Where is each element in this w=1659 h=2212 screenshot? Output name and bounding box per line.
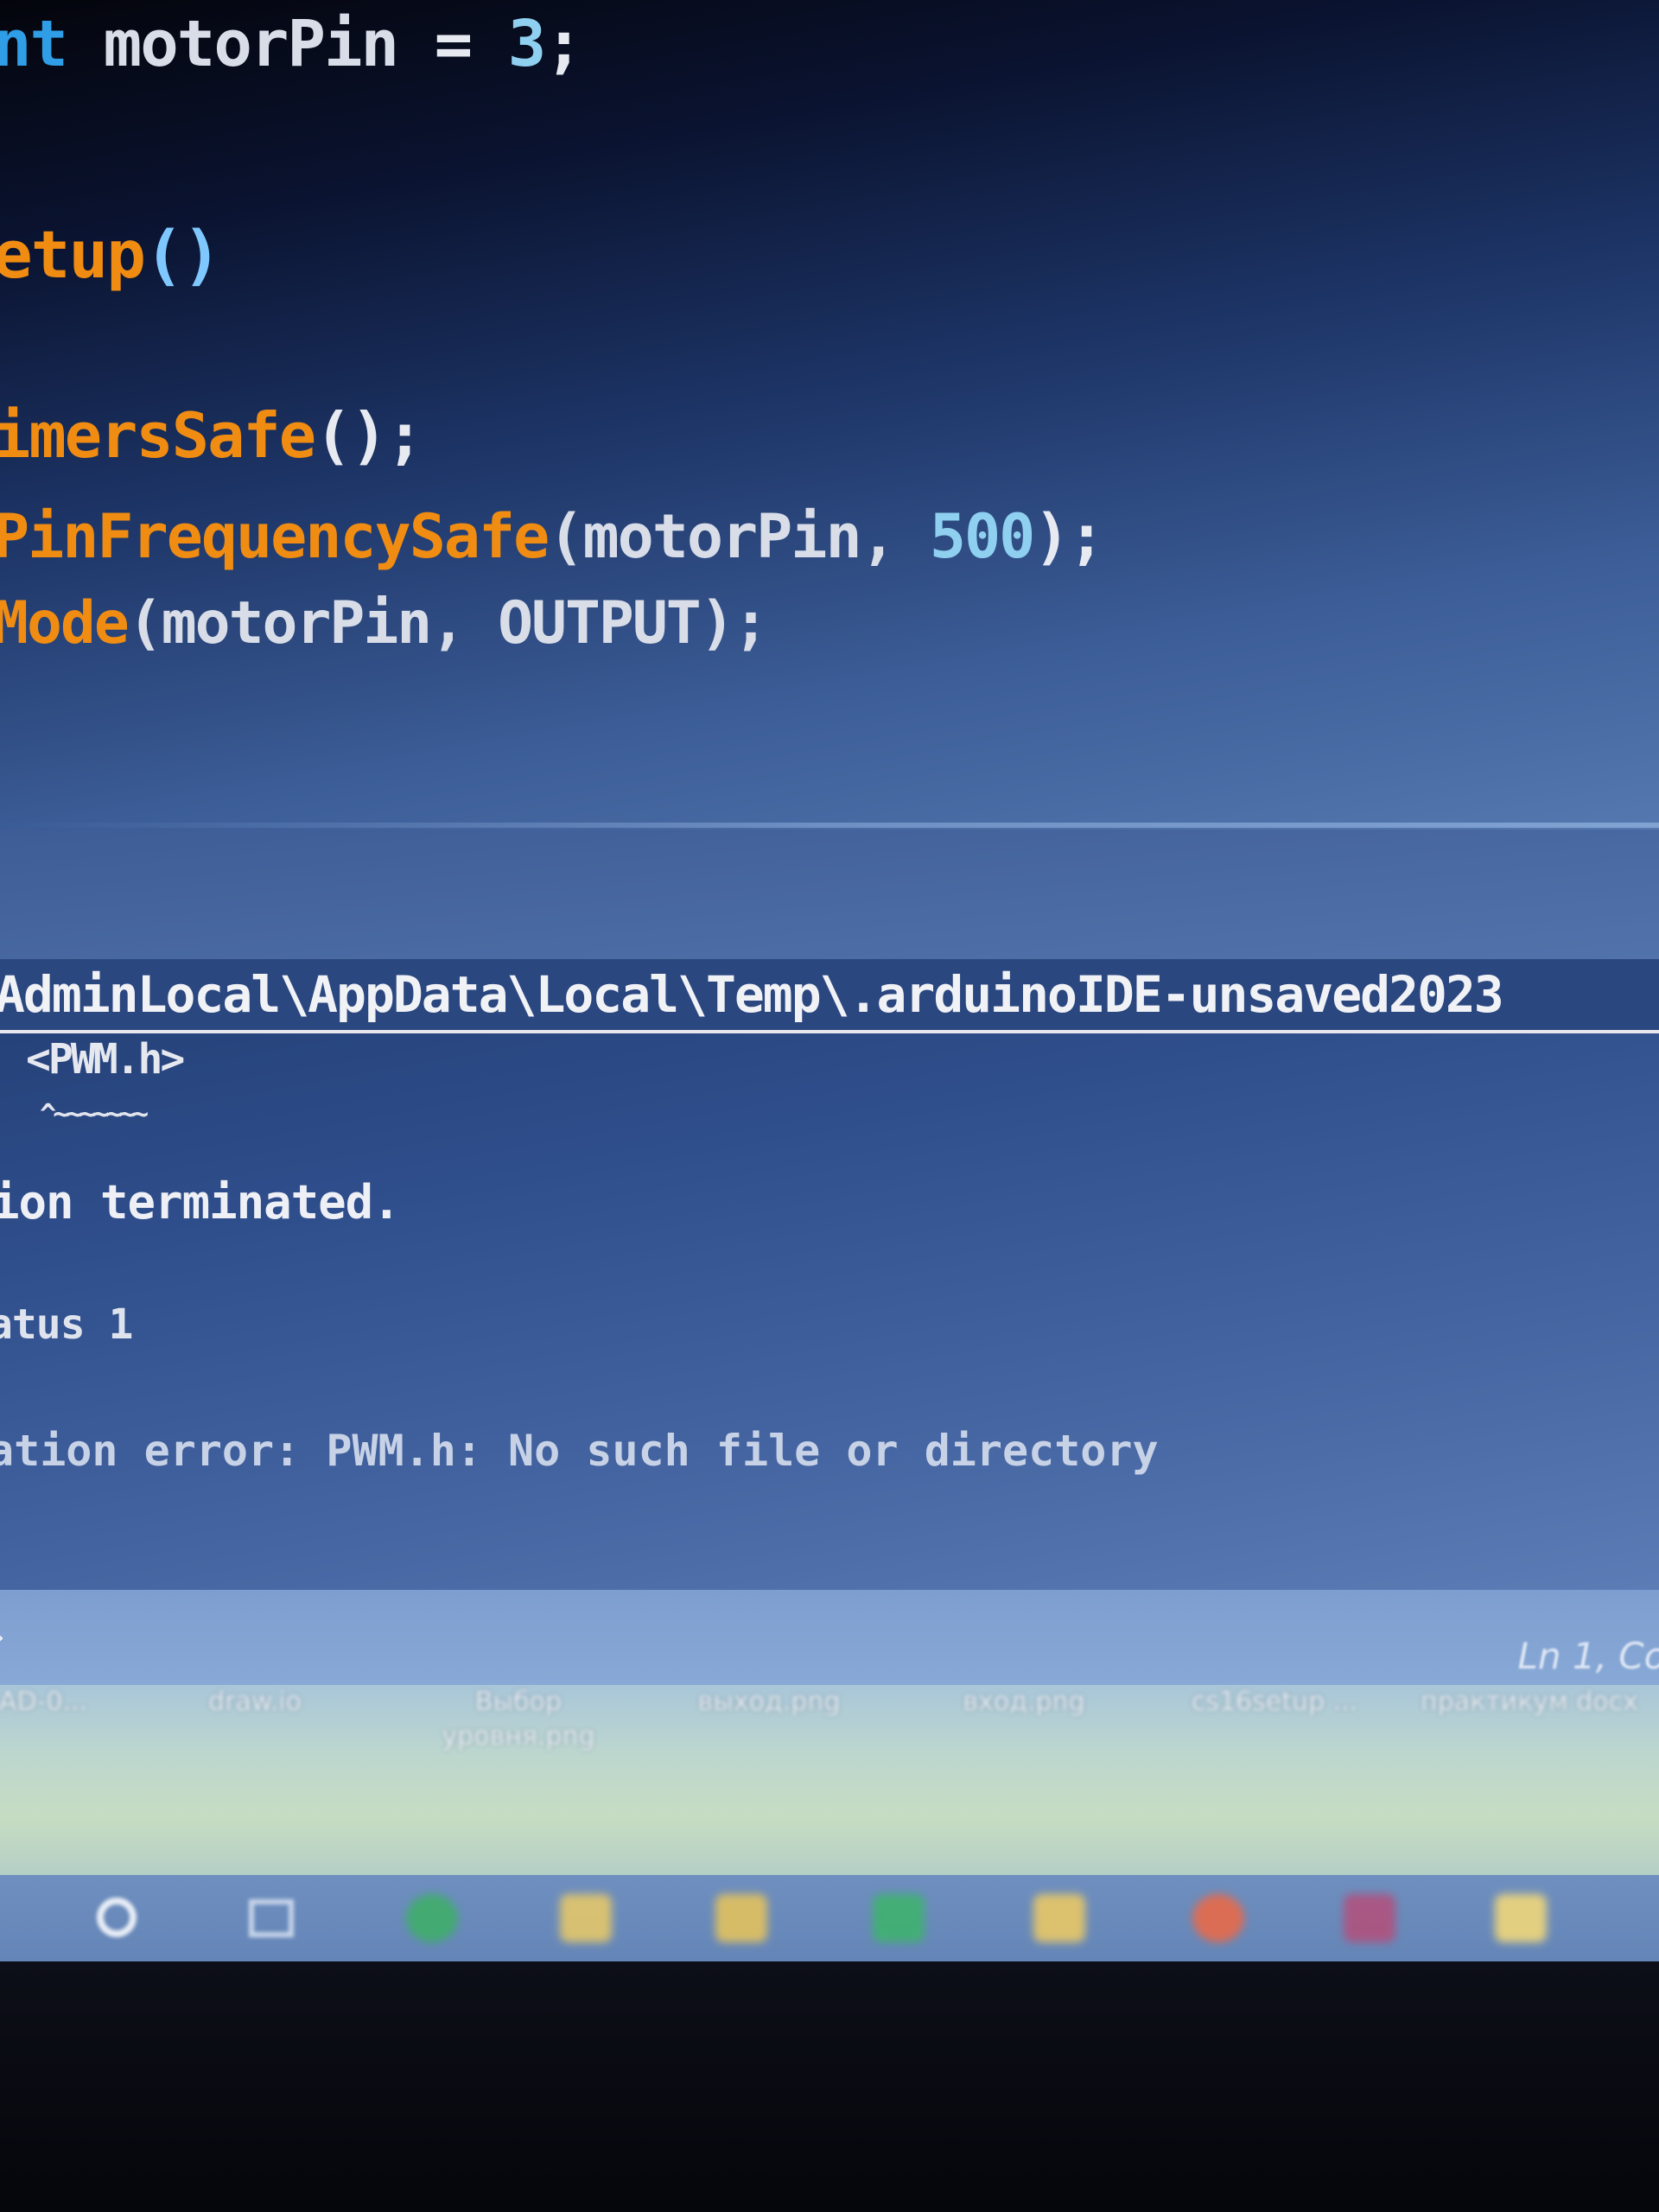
panel-divider[interactable] bbox=[0, 823, 1659, 828]
code-token: 500 bbox=[929, 501, 1035, 572]
desktop-item-6[interactable]: cs16setup ... bbox=[1158, 1685, 1391, 1719]
code-token: motorPin bbox=[67, 7, 435, 81]
store-icon[interactable] bbox=[715, 1894, 767, 1942]
desktop-item-4[interactable]: выход.png bbox=[665, 1685, 873, 1719]
code-line-5[interactable]: Mode(motorPin, OUTPUT); bbox=[0, 589, 769, 658]
output-path-line: AdminLocal\AppData\Local\Temp\.arduinoID… bbox=[0, 959, 1659, 1033]
code-token: () bbox=[144, 216, 222, 293]
status-bar: › Ln 1, Col bbox=[0, 1590, 1659, 1685]
code-token: (motorPin, OUTPUT); bbox=[127, 589, 769, 658]
mail-icon[interactable] bbox=[873, 1894, 925, 1942]
output-terminated-line: ion terminated. bbox=[0, 1175, 401, 1230]
code-editor[interactable]: nt motorPin = 3; etup() imersSafe(); Pin… bbox=[0, 0, 1659, 830]
notes-icon[interactable] bbox=[1495, 1894, 1547, 1942]
laptop-screen: nt motorPin = 3; etup() imersSafe(); Pin… bbox=[0, 0, 1659, 1961]
chrome-icon[interactable] bbox=[1192, 1894, 1244, 1942]
output-error-line: ation error: PWM.h: No such file or dire… bbox=[0, 1426, 1159, 1476]
desktop-item-7[interactable]: практикум docx bbox=[1417, 1685, 1642, 1719]
code-token: ; bbox=[544, 7, 583, 81]
code-line-2[interactable]: etup() bbox=[0, 216, 222, 293]
edge-icon[interactable] bbox=[406, 1894, 458, 1942]
output-console[interactable]: AdminLocal\AppData\Local\Temp\.arduinoID… bbox=[0, 959, 1659, 1590]
code-line-4[interactable]: PinFrequencySafe(motorPin, 500); bbox=[0, 501, 1105, 572]
desktop-item-3[interactable]: Выбор уровня.png bbox=[397, 1685, 639, 1754]
output-caret-line: ^~~~~~~~ bbox=[40, 1097, 149, 1130]
desktop-item-2[interactable]: draw.io bbox=[173, 1685, 337, 1719]
code-token: etup bbox=[0, 216, 146, 293]
cursor-position[interactable]: Ln 1, Col bbox=[1518, 1635, 1659, 1677]
code-token: = bbox=[434, 7, 508, 81]
search-icon[interactable] bbox=[97, 1897, 137, 1937]
output-panel-header bbox=[0, 830, 1659, 959]
output-include-line: <PWM.h> bbox=[26, 1035, 185, 1084]
desktop-item-5[interactable]: вход.png bbox=[933, 1685, 1115, 1719]
code-token: Mode bbox=[0, 589, 130, 658]
code-token: PinFrequencySafe bbox=[0, 501, 550, 572]
code-token: (motorPin, bbox=[548, 501, 930, 572]
taskbar bbox=[0, 1875, 1659, 1961]
code-line-1[interactable]: nt motorPin = 3; bbox=[0, 7, 583, 81]
code-line-3[interactable]: imersSafe(); bbox=[0, 399, 423, 472]
desktop-area: AD-0... draw.io Выбор уровня.png выход.p… bbox=[0, 1685, 1659, 1875]
code-token: 3 bbox=[507, 7, 547, 81]
desktop-item-1[interactable]: AD-0... bbox=[0, 1685, 112, 1719]
code-token: imersSafe bbox=[0, 399, 316, 472]
status-bar-indicator[interactable]: › bbox=[0, 1623, 7, 1653]
laptop-bezel bbox=[0, 1961, 1659, 2212]
code-token: (); bbox=[315, 399, 423, 472]
code-token: ); bbox=[1033, 501, 1104, 572]
task-view-icon[interactable] bbox=[249, 1899, 294, 1937]
discord-icon[interactable] bbox=[1344, 1894, 1395, 1942]
file-explorer-icon[interactable] bbox=[560, 1894, 612, 1942]
folder-icon[interactable] bbox=[1033, 1894, 1085, 1942]
output-exit-status-line: atus 1 bbox=[0, 1300, 133, 1349]
code-token: nt bbox=[0, 7, 68, 81]
